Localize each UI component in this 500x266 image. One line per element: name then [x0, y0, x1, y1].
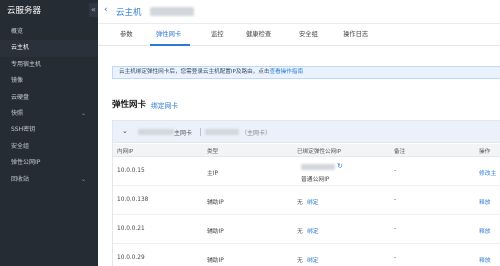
remark: -	[394, 168, 397, 174]
bind-eip-link[interactable]: 绑定	[307, 226, 319, 235]
ip-type: 辅助IP	[207, 258, 224, 264]
release-link[interactable]: 释放	[479, 197, 491, 206]
sidebar-item-cloud-disk[interactable]: 云硬盘	[0, 90, 98, 106]
bind-nic-link[interactable]: 绑定网卡	[151, 100, 178, 110]
sidebar-title: 云服务器	[7, 6, 42, 16]
column-header-eip: 已绑定弹性公网IP	[297, 149, 342, 155]
ip-type: 主IP	[207, 171, 219, 177]
sidebar-nav: 概览 云主机 专用宿主机 镜像 云硬盘 快照 ⌄ SSH密钥 安全组 弹性公网IP…	[0, 24, 98, 188]
release-link[interactable]: 释放	[479, 255, 491, 264]
tab-monitoring[interactable]: 监控	[211, 24, 224, 46]
eip-none: 无	[297, 229, 303, 235]
page-header: ‹ 云主机	[98, 0, 500, 24]
sidebar-item-label: 云主机	[11, 44, 30, 52]
sidebar-item-security-group[interactable]: 安全组	[0, 139, 98, 155]
column-header-action: 操作	[479, 149, 491, 155]
sidebar: 云服务器 概览 云主机 专用宿主机 镜像 云硬盘 快照 ⌄ SSH密钥 安全组 弹…	[0, 0, 98, 266]
active-tab-indicator	[150, 44, 190, 46]
private-ip: 10.0.0.29	[117, 255, 145, 261]
sidebar-item-snapshot[interactable]: 快照 ⌄	[0, 106, 98, 122]
private-ip: 10.0.0.21	[117, 226, 145, 232]
sidebar-collapse-button[interactable]: «	[89, 3, 98, 17]
sidebar-item-cloud-host[interactable]: 云主机	[0, 40, 98, 57]
guide-link[interactable]: 查看操作指南	[269, 69, 303, 75]
sidebar-item-label: 安全组	[11, 142, 30, 150]
tab-operation-log[interactable]: 操作日志	[343, 24, 368, 46]
back-icon[interactable]: ‹	[104, 5, 108, 15]
bind-eip-link[interactable]: 绑定	[307, 197, 319, 206]
sidebar-item-label: 概览	[11, 28, 24, 35]
chevron-down-icon[interactable]: ⌄	[122, 127, 128, 135]
ip-type: 辅助IP	[207, 200, 224, 206]
nic-card-header[interactable]: ⌄ 主网卡 （主网卡）	[113, 121, 500, 143]
sidebar-item-label: 专用宿主机	[11, 60, 42, 68]
column-header-private-ip: 内网IP	[117, 149, 134, 155]
remark: -	[394, 255, 397, 261]
sidebar-item-label: SSH密钥	[11, 126, 36, 134]
sidebar-item-label: 云硬盘	[11, 93, 30, 101]
tab-bar: 参数 弹性网卡 监控 健康检查 安全组 操作日志	[98, 24, 500, 46]
table-row: 10.0.0.15 主IP ↻ 普通公网IP - 修改主	[113, 157, 500, 186]
sidebar-item-label: 镜像	[11, 77, 24, 85]
section-title: 弹性网卡	[112, 100, 147, 110]
sidebar-item-label: 弹性公网IP	[11, 159, 41, 167]
sidebar-item-label: 回收站	[11, 175, 30, 183]
redacted-nic-id	[205, 129, 239, 135]
eip-type: 普通公网IP	[301, 177, 330, 183]
redacted-eip	[301, 164, 335, 170]
column-header-type: 类型	[207, 149, 219, 155]
private-ip: 10.0.0.138	[117, 197, 149, 203]
info-notice: 云主机绑定弹性网卡后，您需登录云主机配置IP及路由，点击查看操作指南	[112, 66, 500, 79]
main-content: 云主机绑定弹性网卡后，您需登录云主机配置IP及路由，点击查看操作指南 弹性网卡 …	[98, 47, 500, 266]
nic-name: 主网卡	[174, 130, 193, 137]
table-row: 10.0.0.21 辅助IP 无 绑定 - 释放	[113, 215, 500, 244]
tab-security-group[interactable]: 安全组	[299, 24, 318, 46]
sidebar-item-label: 快照	[11, 109, 24, 117]
tab-params[interactable]: 参数	[120, 24, 133, 46]
modify-primary-ip-link[interactable]: 修改主	[479, 168, 496, 177]
redacted-nic-id	[138, 129, 174, 135]
sidebar-item-image[interactable]: 镜像	[0, 73, 98, 89]
sidebar-item-elastic-ip[interactable]: 弹性公网IP	[0, 155, 98, 171]
redacted-instance-name	[150, 7, 194, 16]
ip-type: 辅助IP	[207, 229, 224, 235]
tab-health-check[interactable]: 健康检查	[246, 24, 271, 46]
table-header: 内网IP 类型 已绑定弹性公网IP 备注 操作	[113, 144, 500, 157]
tab-elastic-nic[interactable]: 弹性网卡	[156, 24, 181, 46]
nic-card: ⌄ 主网卡 （主网卡） 内网IP 类型 已绑定弹性公网IP 备注 操作 10.0…	[112, 120, 500, 266]
page-title: 云主机	[116, 8, 142, 18]
column-header-remark: 备注	[394, 149, 406, 155]
remark: -	[394, 197, 397, 203]
private-ip: 10.0.0.15	[117, 168, 145, 174]
sidebar-item-recycle-bin[interactable]: 回收站 ⌄	[0, 172, 98, 188]
bind-eip-link[interactable]: 绑定	[307, 255, 319, 264]
chevron-down-icon: ⌄	[80, 175, 86, 183]
divider	[200, 128, 201, 136]
eip-none: 无	[297, 200, 303, 206]
eip-none: 无	[297, 258, 303, 264]
chevron-down-icon: ⌄	[80, 109, 86, 117]
table-row: 10.0.0.138 辅助IP 无 绑定 - 释放	[113, 186, 500, 215]
sidebar-item-overview[interactable]: 概览	[0, 24, 98, 40]
table-row: 10.0.0.29 辅助IP 无 绑定 - 释放	[113, 244, 500, 266]
sidebar-item-dedicated-host[interactable]: 专用宿主机	[0, 57, 98, 73]
notice-text: 云主机绑定弹性网卡后，您需登录云主机配置IP及路由，点击	[119, 69, 270, 75]
refresh-icon[interactable]: ↻	[337, 162, 343, 170]
sidebar-item-ssh-key[interactable]: SSH密钥	[0, 122, 98, 138]
release-link[interactable]: 释放	[479, 226, 491, 235]
nic-type-label: （主网卡）	[241, 130, 272, 137]
remark: -	[394, 226, 397, 232]
